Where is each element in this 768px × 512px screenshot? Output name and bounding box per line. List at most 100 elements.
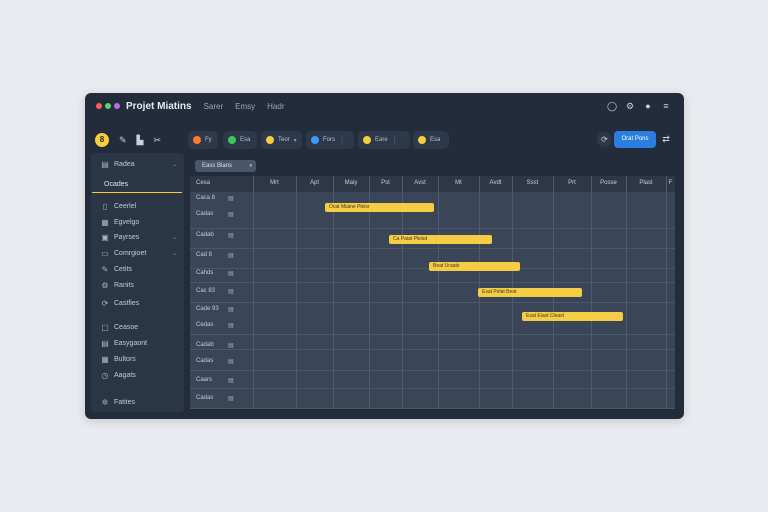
toolbar-chip[interactable]: Teor ▾	[261, 131, 302, 149]
grid-column-line	[666, 176, 667, 409]
sidebar-item-payrses[interactable]: ▣ Payrses ⌄	[91, 230, 184, 244]
task-row-label[interactable]: Cadas	[196, 211, 213, 217]
timeline-column-header: Prt	[568, 180, 576, 186]
close-window-dot[interactable]	[96, 103, 102, 109]
gantt-task-bar[interactable]: Esat Eiast Cleast	[522, 312, 623, 321]
status-dot-icon	[193, 136, 201, 144]
search-icon[interactable]: ◯	[606, 100, 618, 112]
sidebar-item-radea[interactable]: ▤ Radea ⌄	[91, 157, 184, 171]
status-dot-icon	[228, 136, 236, 144]
sidebar-item-ceasoe[interactable]: ▢ Ceasoe	[91, 320, 184, 334]
grid-column-line	[296, 176, 297, 409]
chip-label: Teor	[278, 137, 290, 143]
sidebar-item-label: Ceerlel	[114, 202, 137, 210]
timeline-column-header: Ssst	[526, 180, 539, 186]
minimize-window-dot[interactable]	[114, 103, 120, 109]
settings-icon[interactable]: ⚙	[624, 100, 636, 112]
toolbar-chip[interactable]: Esa	[413, 131, 449, 149]
chevron-down-icon: ▾	[249, 163, 252, 169]
toolbar-chip[interactable]: Esa	[223, 131, 257, 149]
task-row-label[interactable]: Cade 93	[196, 306, 219, 312]
zoom-window-dot[interactable]	[105, 103, 111, 109]
chevron-down-icon: ▾	[293, 137, 297, 144]
swap-button[interactable]: ⇄	[659, 132, 673, 147]
sidebar-item-ranits[interactable]: ⚙ Ranits	[91, 278, 184, 292]
task-row-label[interactable]: Cadas	[196, 358, 213, 364]
sidebar-item-label: Ceasoe	[114, 323, 139, 331]
pen-icon[interactable]: ✎	[119, 135, 127, 146]
more-vertical-icon: ⋮	[339, 137, 345, 144]
chip-label: Fy	[205, 137, 212, 143]
filter-dropdown[interactable]: Eass Blans ▾	[195, 160, 256, 172]
bulb-icon	[418, 136, 426, 144]
sidebar-item-comrgioet[interactable]: ▭ Comrgioet ⌄	[91, 246, 184, 260]
task-row-label[interactable]: Cac 83	[196, 288, 215, 294]
sidebar-item-label: Aagats	[114, 371, 136, 379]
scissors-icon[interactable]: ✂	[153, 135, 161, 146]
sidebar-item-label: Radea	[114, 160, 135, 168]
gantt-task-bar[interactable]: Ca Paiat Pleisd	[389, 235, 492, 244]
toolbar-chip[interactable]: Fors ⋮	[306, 131, 354, 149]
grid-row-line	[190, 302, 675, 303]
sidebar-item-cetits[interactable]: ✎ Cetits	[91, 262, 184, 276]
sidebar-item-bultors[interactable]: ▦ Bultors	[91, 352, 184, 366]
timeline-header: Cesa Mrt Apt Maiy Pst Avst Mt Avdt Ssst Prt Posse…	[190, 176, 675, 192]
task-row-label[interactable]: Cadas	[196, 395, 213, 401]
primary-action-button[interactable]: Orat Pons	[614, 131, 656, 148]
task-row-label[interactable]: Cadab	[196, 342, 214, 348]
menu-item[interactable]: Sarer	[204, 102, 224, 111]
sidebar-item-label: Egvelgo	[114, 218, 140, 226]
gantt-task-bar[interactable]: Esat Pelat Beat	[478, 288, 582, 297]
sidebar-item-fatites[interactable]: ✲ Fatites	[91, 395, 184, 409]
bookmark-icon: ▣	[101, 232, 109, 242]
chip-label: Esa	[430, 137, 441, 143]
crop-icon[interactable]: ▙	[137, 135, 144, 146]
sidebar-item-ocades[interactable]: Ocades	[91, 177, 184, 191]
task-row-label[interactable]: Cad 8	[196, 252, 212, 258]
gantt-grid: Cesa Mrt Apt Maiy Pst Avst Mt Avdt Ssst Prt Posse…	[190, 176, 675, 409]
chat-icon: ▢	[101, 322, 109, 332]
task-row-label[interactable]: Cadab	[196, 232, 214, 238]
status-dot-icon	[311, 136, 319, 144]
task-row-label[interactable]: Cahds	[196, 270, 213, 276]
sidebar-item-label: Castfies	[114, 299, 140, 307]
app-window: Projet Miatins Sarer Emsy Hadr ◯ ⚙ ● ≡ 8…	[85, 93, 684, 419]
gantt-task-bar[interactable]: Beat Uraate	[429, 262, 520, 271]
grid-row-line	[190, 282, 675, 283]
gantt-task-bar[interactable]: Ocat Miaine Pieisr	[325, 203, 434, 212]
sidebar-item-aagats[interactable]: ◷ Aagats	[91, 368, 184, 382]
toolbar-chip[interactable]: Eare ⋮	[358, 131, 410, 149]
sidebar-item-label: Fatites	[114, 398, 136, 406]
document-icon: ▤	[101, 159, 109, 169]
sidebar-item-label: Ocades	[104, 180, 129, 188]
task-row-icon: ▤	[228, 396, 234, 402]
gantt-task-label: Esat Pelat Beat	[482, 289, 517, 295]
sync-button[interactable]: ⟳	[597, 132, 612, 147]
task-row-label[interactable]: Caars	[196, 377, 212, 383]
task-row-label[interactable]: Caca 8	[196, 195, 215, 201]
grid-row-line	[190, 228, 675, 229]
task-row-icon: ▤	[228, 271, 234, 277]
menu-item[interactable]: Hadr	[267, 102, 284, 111]
user-icon[interactable]: ●	[642, 100, 654, 112]
menu-icon[interactable]: ≡	[660, 100, 672, 112]
filter-label: Eass Blans	[202, 163, 233, 169]
grid-column-line	[591, 176, 592, 409]
gantt-task-label: Ocat Miaine Pieisr	[329, 204, 370, 210]
sidebar-item-label: Ranits	[114, 281, 134, 289]
sidebar-item-ceerlel[interactable]: ▯ Ceerlel	[91, 199, 184, 213]
toolbar-chip[interactable]: Fy	[188, 131, 218, 149]
menu-item[interactable]: Emsy	[235, 102, 255, 111]
timeline-column-header: Plast	[639, 180, 653, 186]
task-row-label[interactable]: Cedas	[196, 322, 213, 328]
selected-indicator	[92, 192, 182, 193]
first-column-header: Cesa	[196, 180, 211, 186]
sidebar-item-label: Bultors	[114, 355, 136, 363]
sidebar-item-egvelgo[interactable]: ▦ Egvelgo	[91, 215, 184, 229]
sidebar-item-easygaont[interactable]: ▤ Easygaont	[91, 336, 184, 350]
grid-row-line	[190, 408, 675, 409]
sidebar-item-label: Easygaont	[114, 339, 148, 347]
grid-row-line	[190, 388, 675, 389]
active-tool-badge[interactable]: 8	[95, 133, 109, 147]
sidebar-item-castfies[interactable]: ⟳ Castfies	[91, 296, 184, 310]
